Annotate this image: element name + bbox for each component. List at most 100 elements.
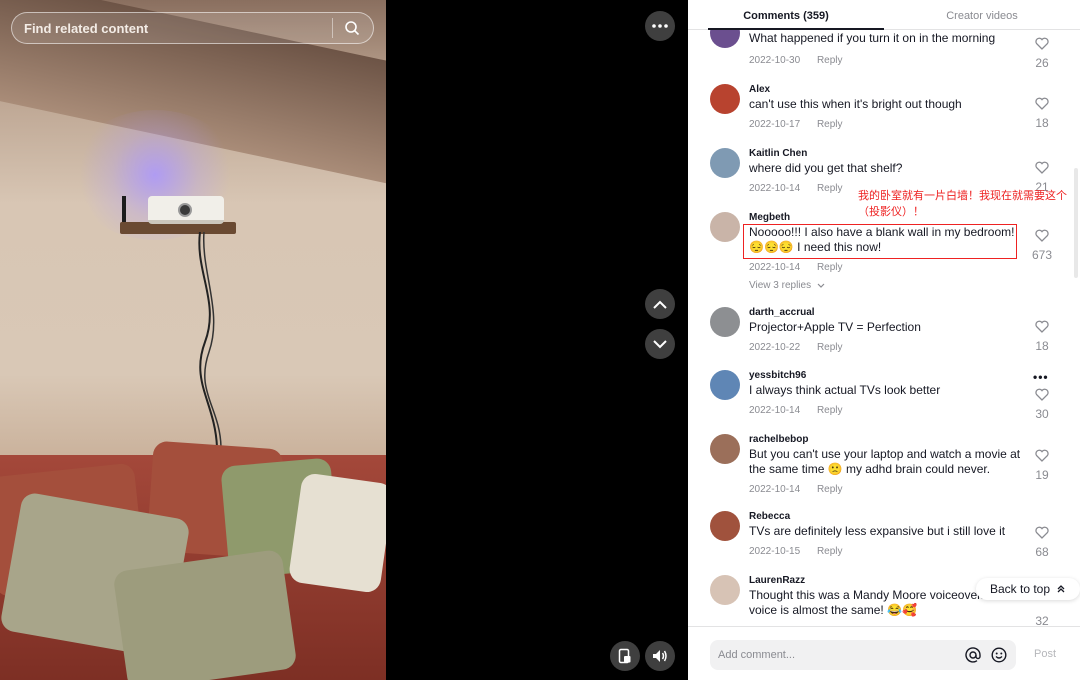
search-bar: [11, 12, 374, 44]
comment-meta: 2022-10-14 Reply: [749, 405, 843, 416]
comment-item: Rebecca TVs are definitely less expansiv…: [688, 511, 1080, 571]
avatar[interactable]: [710, 434, 740, 464]
comment-date: 2022-10-14: [749, 262, 801, 273]
reply-button[interactable]: Reply: [817, 183, 843, 194]
comment-text: Thought this was a Mandy Moore voiceover…: [749, 588, 984, 617]
comment-username[interactable]: Alex: [749, 84, 770, 95]
reply-button[interactable]: Reply: [817, 262, 843, 273]
comment-input-wrapper: [710, 640, 1016, 670]
avatar[interactable]: [710, 30, 740, 48]
heart-icon: [1035, 320, 1049, 333]
avatar[interactable]: [710, 370, 740, 400]
comment-date: 2022-10-17: [749, 119, 801, 130]
like-count: 32: [1035, 614, 1049, 626]
comment-username[interactable]: Kaitlin Chen: [749, 148, 807, 159]
reply-button[interactable]: Reply: [817, 119, 843, 130]
like-count: 673: [1031, 248, 1053, 262]
comment-text: where did you get that shelf?: [749, 161, 903, 175]
blanket: [112, 548, 298, 680]
more-options-icon[interactable]: [645, 11, 675, 41]
comment-username[interactable]: rachelbebop: [749, 434, 808, 445]
previous-video-chevron-up-icon[interactable]: [645, 289, 675, 319]
like-button[interactable]: 68: [1031, 526, 1053, 559]
back-to-top-label: Back to top: [989, 582, 1051, 596]
reply-button[interactable]: Reply: [817, 484, 843, 495]
comment-text: But you can't use your laptop and watch …: [749, 447, 1021, 476]
comment-meta: 2022-10-14 Reply: [749, 484, 843, 495]
avatar[interactable]: [710, 148, 740, 178]
like-count: 68: [1035, 545, 1049, 559]
power-cable: [198, 232, 222, 448]
side-panel: Comments (359) Creator videos What happe…: [688, 0, 1080, 680]
avatar[interactable]: [710, 575, 740, 605]
arrow-up-icon: [1057, 585, 1065, 593]
comment-meta: 2022-10-14 Reply: [749, 183, 843, 194]
view-replies-button[interactable]: View 3 replies: [749, 280, 825, 291]
avatar[interactable]: [710, 307, 740, 337]
volume-icon[interactable]: [645, 641, 675, 671]
comment-username[interactable]: yessbitch96: [749, 370, 806, 381]
tab-bar: Comments (359) Creator videos: [688, 0, 1080, 30]
comment-item: What happened if you turn it on in the m…: [688, 30, 1080, 78]
video-pane: [0, 0, 688, 680]
avatar[interactable]: [710, 511, 740, 541]
comment-date: 2022-10-14: [749, 183, 801, 194]
comment-date: 2022-10-14: [749, 405, 801, 416]
more-options-icon[interactable]: •••: [1033, 370, 1049, 384]
comment-username[interactable]: Rebecca: [749, 511, 790, 522]
reply-button[interactable]: Reply: [817, 546, 843, 557]
heart-icon: [1035, 37, 1049, 50]
comment-meta: 2022-10-14 Reply: [749, 262, 843, 273]
search-divider: [332, 18, 333, 38]
like-button[interactable]: 26: [1031, 37, 1053, 70]
comment-date: 2022-10-30: [749, 55, 801, 66]
mention-icon[interactable]: [964, 646, 982, 664]
annotation-text: 我的卧室就有一片白墙！我现在就需要这个（投影仪）！: [858, 190, 1067, 218]
comment-text: I always think actual TVs look better: [749, 383, 941, 397]
like-button[interactable]: 30: [1031, 388, 1053, 421]
comment-date: 2022-10-14: [749, 484, 801, 495]
comment-username[interactable]: darth_accrual: [749, 307, 815, 318]
comment-item: Alex can't use this when it's bright out…: [688, 84, 1080, 144]
view-replies-label: View 3 replies: [749, 280, 812, 291]
comment-text: TVs are definitely less expansive but i …: [749, 524, 1006, 538]
comment-item: darth_accrual Projector+Apple TV = Perfe…: [688, 307, 1080, 367]
like-count: 30: [1035, 407, 1049, 421]
like-count: 18: [1035, 116, 1049, 130]
projector: [148, 196, 224, 224]
comment-item: rachelbebop But you can't use your lapto…: [688, 434, 1080, 504]
heart-icon: [1035, 388, 1049, 401]
reply-button[interactable]: Reply: [817, 405, 843, 416]
avatar[interactable]: [710, 212, 740, 242]
like-button[interactable]: 18: [1031, 97, 1053, 130]
comment-username[interactable]: Megbeth: [749, 212, 790, 223]
back-to-top-button[interactable]: Back to top: [976, 578, 1080, 600]
comment-input[interactable]: [718, 649, 956, 661]
reply-button[interactable]: Reply: [817, 55, 843, 66]
heart-icon: [1035, 449, 1049, 462]
tab-comments[interactable]: Comments (359): [688, 0, 884, 30]
video-player[interactable]: [0, 0, 386, 680]
reply-button[interactable]: Reply: [817, 342, 843, 353]
comment-list[interactable]: What happened if you turn it on in the m…: [688, 30, 1080, 626]
scrollbar[interactable]: [1074, 168, 1078, 278]
like-count: 26: [1035, 56, 1049, 70]
next-video-chevron-down-icon[interactable]: [645, 329, 675, 359]
tab-creator-videos[interactable]: Creator videos: [884, 0, 1080, 29]
comment-meta: 2022-10-30 Reply: [749, 55, 843, 66]
search-input[interactable]: [24, 20, 322, 36]
like-button[interactable]: 673: [1031, 229, 1053, 262]
avatar[interactable]: [710, 84, 740, 114]
search-icon[interactable]: [343, 19, 361, 37]
like-button[interactable]: 19: [1031, 449, 1053, 482]
picture-in-picture-icon[interactable]: [610, 641, 640, 671]
post-button[interactable]: Post: [1034, 648, 1056, 660]
comment-username[interactable]: LaurenRazz: [749, 575, 805, 586]
heart-icon: [1035, 97, 1049, 110]
like-button[interactable]: 18: [1031, 320, 1053, 353]
comment-meta: 2022-10-17 Reply: [749, 119, 843, 130]
comment-date: 2022-10-15: [749, 546, 801, 557]
heart-icon: [1035, 526, 1049, 539]
emoji-icon[interactable]: [990, 646, 1008, 664]
like-count: 18: [1035, 339, 1049, 353]
